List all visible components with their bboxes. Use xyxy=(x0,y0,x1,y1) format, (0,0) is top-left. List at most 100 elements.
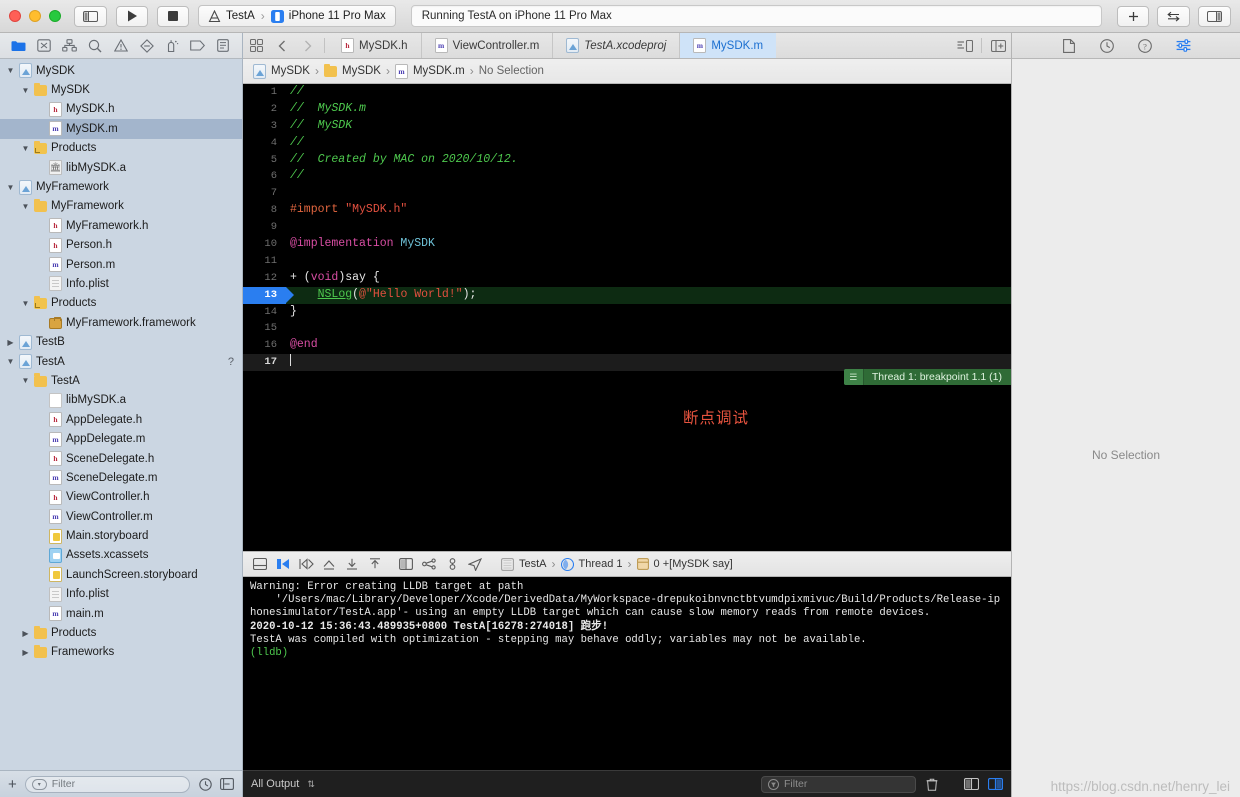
code-line[interactable]: 9 xyxy=(243,219,1011,236)
editor-tab[interactable]: ViewController.m xyxy=(422,33,554,58)
add-file-button[interactable]: + xyxy=(8,777,17,792)
stop-button[interactable] xyxy=(157,5,189,27)
line-number[interactable]: 6 xyxy=(243,168,286,185)
tree-row[interactable]: AppDelegate.h xyxy=(0,410,242,429)
line-number[interactable]: 8 xyxy=(243,202,286,219)
code-line[interactable]: 16 @end xyxy=(243,337,1011,354)
tree-row[interactable]: Info.plist xyxy=(0,274,242,293)
tree-row[interactable]: main.m xyxy=(0,604,242,623)
help-inspector-icon[interactable]: ? xyxy=(1137,38,1153,54)
source-control-filter-icon[interactable] xyxy=(220,777,234,791)
line-number[interactable]: 16 xyxy=(243,337,286,354)
step-down-icon[interactable] xyxy=(341,555,363,573)
line-number[interactable]: 14 xyxy=(243,304,286,321)
code-line[interactable]: 14} xyxy=(243,304,1011,321)
tree-row[interactable]: Info.plist xyxy=(0,585,242,604)
line-number[interactable]: 9 xyxy=(243,219,286,236)
toggle-navigator-button[interactable] xyxy=(74,5,107,27)
editor-tab[interactable]: MySDK.h xyxy=(328,33,422,58)
tree-row[interactable]: ViewController.h xyxy=(0,488,242,507)
code-line[interactable]: 4 // xyxy=(243,135,1011,152)
view-hierarchy-icon[interactable] xyxy=(395,555,417,573)
open-tabs[interactable]: MySDK.h ViewController.m TestA.xcodeproj My… xyxy=(328,33,777,58)
minimize-window-button[interactable] xyxy=(29,10,41,22)
tree-row[interactable]: SceneDelegate.h xyxy=(0,449,242,468)
code-line[interactable]: 11 xyxy=(243,253,1011,270)
breakpoint-marker[interactable]: 13 xyxy=(243,286,294,304)
tree-row[interactable]: ▼ MyFramework xyxy=(0,197,242,216)
environment-overrides-icon[interactable] xyxy=(441,555,463,573)
tree-row[interactable]: ▼ MyFramework xyxy=(0,177,242,196)
editor-breadcrumb[interactable]: MySDK › MySDK › MySDK.m › No Selection xyxy=(243,59,1011,84)
code-line[interactable]: 8 #import "MySDK.h" xyxy=(243,202,1011,219)
clear-console-icon[interactable] xyxy=(924,776,940,792)
console-filter-field[interactable]: Filter xyxy=(761,775,916,793)
line-number[interactable]: 7 xyxy=(243,185,286,202)
disclosure-expanded-icon[interactable]: ▼ xyxy=(6,357,15,366)
tree-row[interactable]: MySDK.h xyxy=(0,100,242,119)
tree-row[interactable]: ViewController.m xyxy=(0,507,242,526)
editor-tab[interactable]: MySDK.m xyxy=(680,33,777,58)
tree-row[interactable]: MyFramework.h xyxy=(0,216,242,235)
source-control-navigator-icon[interactable] xyxy=(35,38,53,54)
hide-debug-area-icon[interactable] xyxy=(249,555,271,573)
code-line-breakpoint[interactable]: 13 NSLog(@"Hello World!"); xyxy=(243,286,1011,304)
code-review-button[interactable] xyxy=(1157,5,1190,27)
console-scope-arrow[interactable]: ⇅ xyxy=(307,779,315,790)
symbol-navigator-icon[interactable] xyxy=(61,38,79,54)
file-inspector-icon[interactable] xyxy=(1061,38,1077,54)
line-number[interactable]: 10 xyxy=(243,236,286,253)
close-window-button[interactable] xyxy=(9,10,21,22)
line-number[interactable]: 5 xyxy=(243,152,286,169)
library-button[interactable] xyxy=(1117,5,1149,27)
disclosure-expanded-icon[interactable]: ▼ xyxy=(21,299,30,308)
breadcrumb-item[interactable]: MySDK xyxy=(271,65,310,77)
add-editor-icon[interactable] xyxy=(985,33,1011,58)
disclosure-collapsed-icon[interactable]: ▶ xyxy=(6,338,15,347)
test-navigator-icon[interactable] xyxy=(138,38,156,54)
recent-files-icon[interactable] xyxy=(198,777,212,791)
tree-row[interactable]: ▼ Products xyxy=(0,294,242,313)
disclosure-expanded-icon[interactable]: ▼ xyxy=(21,376,30,385)
tree-row[interactable]: Person.h xyxy=(0,236,242,255)
tab-overview-icon[interactable] xyxy=(243,33,269,58)
toggle-inspector-button[interactable] xyxy=(1198,5,1231,27)
code-line[interactable]: 10 @implementation MySDK xyxy=(243,236,1011,253)
run-button[interactable] xyxy=(116,5,148,27)
debug-breadcrumb[interactable]: TestA › Thread 1 › 0 +[MySDK say] xyxy=(501,557,733,571)
disclosure-expanded-icon[interactable]: ▼ xyxy=(6,183,15,192)
tree-row[interactable]: Person.m xyxy=(0,255,242,274)
line-number[interactable]: 17 xyxy=(243,354,286,371)
report-navigator-icon[interactable] xyxy=(214,38,232,54)
code-line[interactable]: 7 xyxy=(243,185,1011,202)
project-navigator-icon[interactable] xyxy=(10,38,28,54)
step-up-icon[interactable] xyxy=(364,555,386,573)
line-number[interactable]: 15 xyxy=(243,320,286,337)
tree-row[interactable]: Assets.xcassets xyxy=(0,546,242,565)
tree-row[interactable]: MySDK.m xyxy=(0,119,242,139)
code-line[interactable]: 1 // xyxy=(243,84,1011,101)
zoom-window-button[interactable] xyxy=(49,10,61,22)
code-line[interactable]: 6 // xyxy=(243,168,1011,185)
navigate-forward-button[interactable] xyxy=(295,33,321,58)
simulate-location-icon[interactable] xyxy=(464,555,486,573)
editor-options-icon[interactable] xyxy=(952,33,978,58)
continue-execution-icon[interactable] xyxy=(272,555,294,573)
line-number[interactable]: 11 xyxy=(243,253,286,270)
debug-console[interactable]: Warning: Error creating LLDB target at p… xyxy=(243,577,1011,770)
step-into-icon[interactable] xyxy=(318,555,340,573)
line-number[interactable]: 12 xyxy=(243,270,286,287)
tree-row[interactable]: Main.storyboard xyxy=(0,526,242,545)
issue-navigator-icon[interactable] xyxy=(112,38,130,54)
tree-row[interactable]: ▶ Products xyxy=(0,623,242,642)
tree-row[interactable]: MyFramework.framework xyxy=(0,313,242,332)
disclosure-collapsed-icon[interactable]: ▶ xyxy=(21,629,30,638)
tree-row[interactable]: libMySDK.a xyxy=(0,391,242,410)
code-line[interactable]: 2 // MySDK.m xyxy=(243,101,1011,118)
navigator-filter-field[interactable]: ▾ Filter xyxy=(24,775,190,793)
scheme-selector[interactable]: TestA › iPhone 11 Pro Max xyxy=(198,5,396,27)
disclosure-collapsed-icon[interactable]: ▶ xyxy=(21,648,30,657)
tree-row[interactable]: ▼ TestA xyxy=(0,371,242,390)
code-line[interactable]: 5 // Created by MAC on 2020/10/12. xyxy=(243,152,1011,169)
breadcrumb-item[interactable]: MySDK xyxy=(342,65,381,77)
